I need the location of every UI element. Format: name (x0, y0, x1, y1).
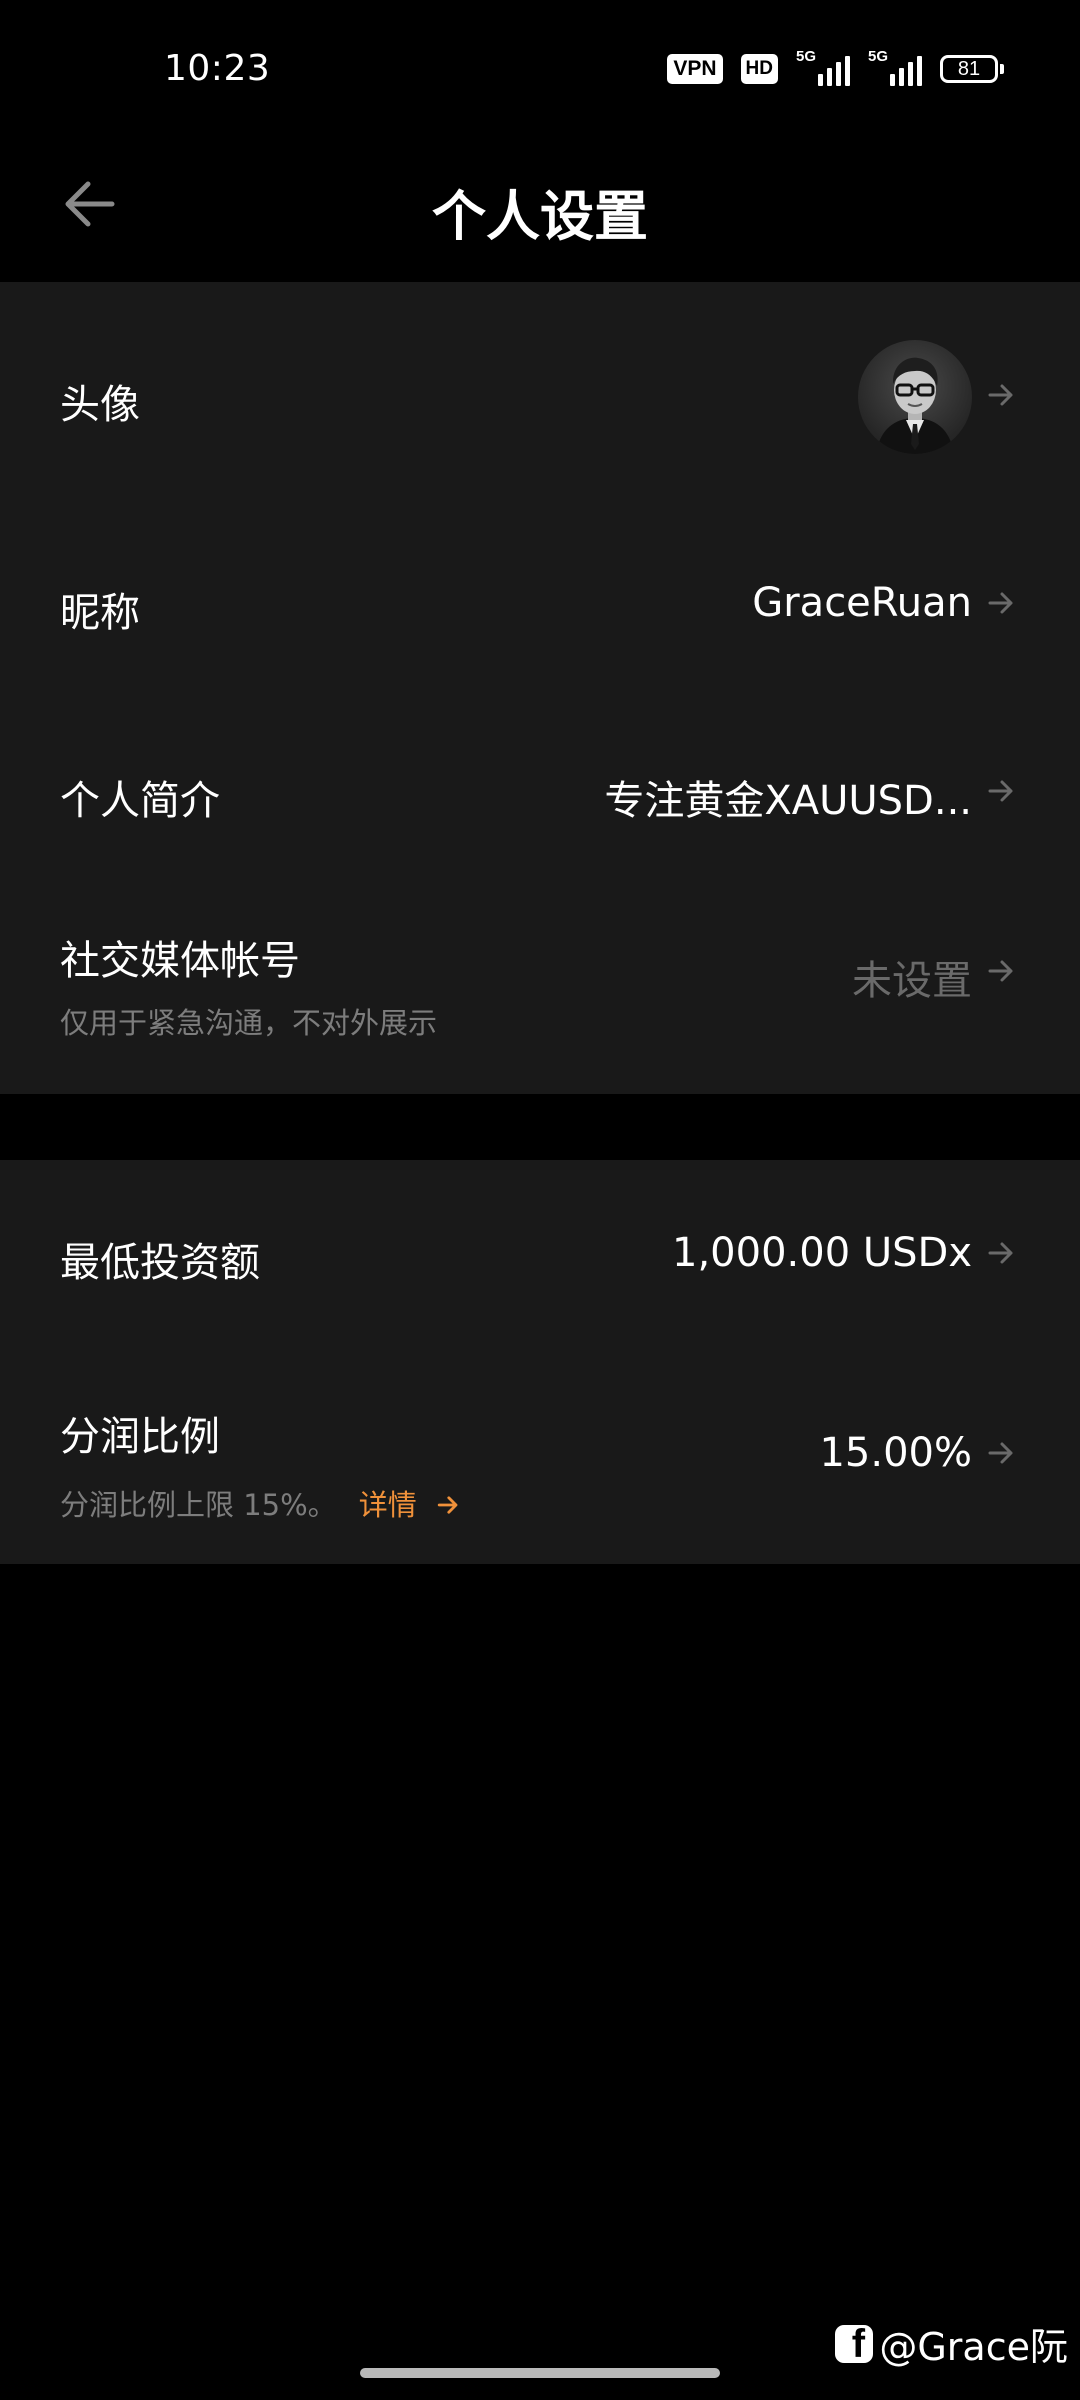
arrow-right-icon (988, 592, 1013, 614)
avatar[interactable] (858, 340, 972, 454)
status-icons: VPN HD 5G 5G 81 (667, 48, 1004, 86)
home-indicator[interactable] (360, 2368, 720, 2378)
arrow-right-icon (988, 960, 1013, 982)
battery-level: 81 (940, 55, 998, 83)
page-title: 个人设置 (432, 185, 648, 248)
avatar-label: 头像 (60, 382, 140, 428)
signal-5g-icon-1: 5G (796, 48, 850, 86)
arrow-right-icon (988, 1442, 1013, 1464)
avatar-row[interactable]: 头像 (0, 282, 1080, 508)
details-link[interactable]: 详情 (359, 1488, 462, 1522)
header: 个人设置 (0, 140, 1080, 282)
nickname-label: 昵称 (60, 590, 140, 636)
network-type-label: 5G (796, 48, 817, 65)
profit-share-label: 分润比例 (60, 1414, 220, 1460)
network-type-label: 5G (868, 48, 889, 65)
status-time: 10:23 (164, 48, 271, 89)
min-investment-value: 1,000.00 USDx (672, 1230, 972, 1276)
nickname-row[interactable]: 昵称 GraceRuan (0, 508, 1080, 698)
investment-card: 最低投资额 1,000.00 USDx 分润比例 分润比例上限 15%。 详情 1… (0, 1160, 1080, 1564)
social-label: 社交媒体帐号 (60, 938, 300, 984)
bio-label: 个人简介 (60, 778, 220, 824)
social-row[interactable]: 社交媒体帐号 仅用于紧急沟通，不对外展示 未设置 (0, 878, 1080, 1094)
facebook-icon: f (835, 2324, 874, 2363)
social-note: 仅用于紧急沟通，不对外展示 (60, 1006, 438, 1040)
bio-value: 专注黄金XAUUSD... (604, 778, 972, 824)
battery-icon: 81 (940, 55, 1004, 83)
min-investment-row[interactable]: 最低投资额 1,000.00 USDx (0, 1160, 1080, 1346)
bio-row[interactable]: 个人简介 专注黄金XAUUSD... (0, 698, 1080, 878)
min-investment-label: 最低投资额 (60, 1240, 260, 1286)
profit-share-note: 分润比例上限 15%。 详情 (60, 1482, 462, 1524)
watermark: f @Grace阮 (835, 2316, 1068, 2371)
social-value: 未设置 (852, 958, 972, 1004)
arrow-right-icon (988, 384, 1013, 406)
arrow-right-icon (988, 780, 1013, 802)
profile-card: 头像 昵称 GraceRuan 个人简介 专注黄金XAUUSD... 社交媒体帐… (0, 282, 1080, 1094)
avatar-image (876, 357, 954, 454)
watermark-text: @Grace阮 (879, 2325, 1068, 2369)
hd-voice-icon: HD (740, 54, 778, 84)
nickname-value: GraceRuan (752, 580, 972, 626)
profit-share-note-text: 分润比例上限 15%。 (60, 1488, 337, 1522)
arrow-right-icon (437, 1496, 458, 1514)
arrow-right-icon (988, 1242, 1013, 1264)
details-link-label: 详情 (358, 1488, 417, 1522)
profit-share-row[interactable]: 分润比例 分润比例上限 15%。 详情 15.00% (0, 1346, 1080, 1564)
signal-5g-icon-2: 5G (868, 48, 922, 86)
vpn-icon: VPN (667, 54, 723, 84)
status-bar: 10:23 VPN HD 5G 5G 81 (0, 0, 1080, 140)
profit-share-value: 15.00% (819, 1430, 972, 1476)
